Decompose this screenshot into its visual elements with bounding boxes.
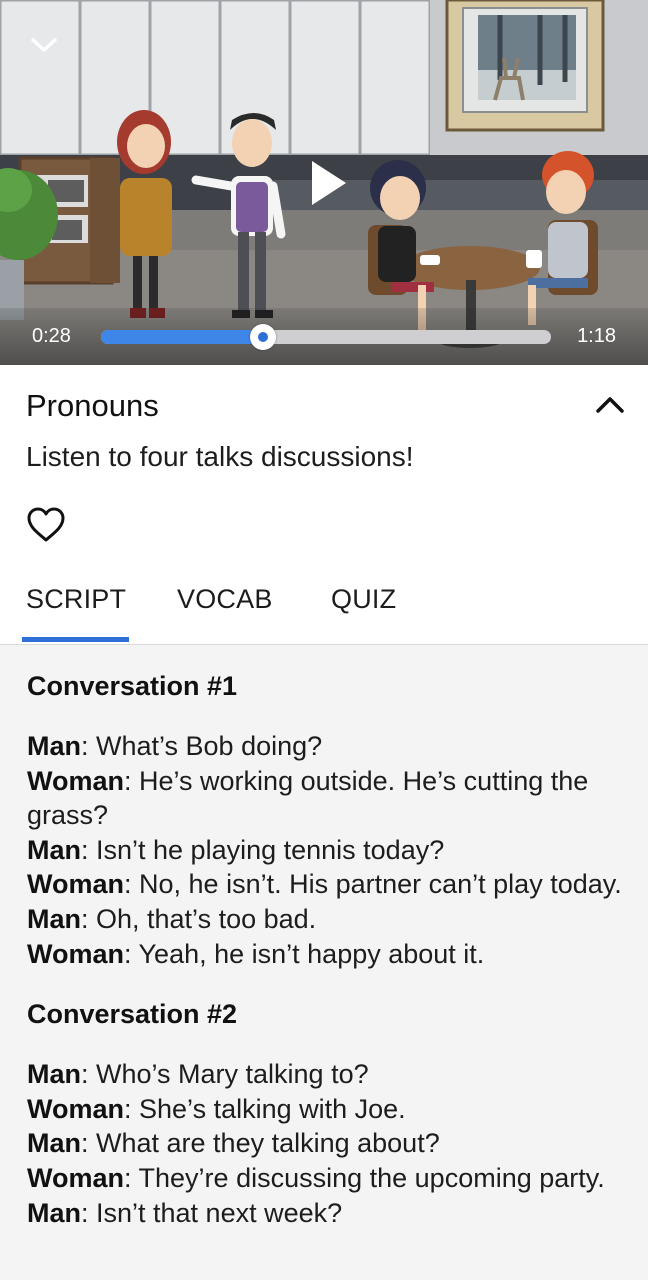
tab-vocab[interactable]: VOCAB — [177, 584, 273, 615]
conversation-heading: Conversation #2 — [27, 999, 238, 1030]
speaker-label: Woman — [27, 765, 125, 796]
line-text: : Who’s Mary talking to? — [81, 1059, 369, 1090]
conversation-heading: Conversation #1 — [27, 671, 238, 701]
chevron-up-icon — [596, 397, 624, 413]
script-line: Woman: Yeah, he isn’t happy about it. — [27, 937, 622, 972]
lesson-title: Pronouns — [26, 388, 159, 423]
play-button[interactable] — [300, 155, 356, 211]
line-text: : No, he isn’t. His partner can’t play t… — [124, 869, 622, 900]
conversation-lines: Man: What’s Bob doing? Woman: He’s worki… — [27, 729, 622, 971]
speaker-label: Man — [27, 731, 81, 761]
script-line: Man: What’s Bob doing? — [27, 729, 622, 764]
heart-icon — [27, 507, 65, 542]
line-text: : Yeah, he isn’t happy about it. — [124, 938, 485, 969]
script-line: Man: Isn’t he playing tennis today? — [27, 833, 622, 868]
line-text: : Isn’t that next week? — [81, 1197, 343, 1228]
script-line: Woman: He’s working outside. He’s cuttin… — [27, 764, 622, 833]
seek-bar-progress — [101, 330, 263, 344]
line-text: : What are they talking about? — [81, 1128, 440, 1159]
line-text: : Oh, that’s too bad. — [81, 903, 317, 934]
speaker-label: Man — [27, 834, 81, 865]
script-panel[interactable]: Conversation #1 Man: What’s Bob doing? W… — [0, 645, 648, 1280]
collapse-video-button[interactable] — [22, 28, 66, 62]
seek-bar[interactable] — [101, 324, 551, 350]
conversation-2: Conversation #2 Man: Who’s Mary talking … — [27, 997, 622, 1230]
tab-quiz[interactable]: QUIZ — [331, 584, 396, 615]
script-line: Woman: No, he isn’t. His partner can’t p… — [27, 867, 622, 902]
speaker-label: Man — [27, 1197, 81, 1228]
script-content: Conversation #1 Man: What’s Bob doing? W… — [0, 645, 648, 1230]
conversation-1: Conversation #1 Man: What’s Bob doing? W… — [27, 669, 622, 971]
line-text: : Isn’t he playing tennis today? — [81, 834, 445, 865]
tab-script[interactable]: SCRIPT — [26, 584, 126, 615]
speaker-label: Woman — [27, 1093, 125, 1124]
collapse-details-button[interactable] — [590, 388, 630, 422]
play-icon — [312, 161, 346, 205]
script-line: Woman: They’re discussing the upcoming p… — [27, 1161, 622, 1196]
speaker-label: Man — [27, 903, 81, 934]
script-line: Man: Who’s Mary talking to? — [27, 1057, 622, 1092]
line-text: : They’re discussing the upcoming party. — [124, 1162, 605, 1193]
seek-bar-thumb[interactable] — [250, 324, 276, 350]
favorite-button[interactable] — [24, 504, 68, 546]
current-time: 0:28 — [32, 325, 71, 347]
speaker-label: Woman — [27, 869, 125, 900]
chevron-down-icon — [31, 38, 57, 52]
conversation-lines: Man: Who’s Mary talking to? Woman: She’s… — [27, 1057, 622, 1230]
script-line: Man: What are they talking about? — [27, 1126, 622, 1161]
speaker-label: Woman — [27, 938, 125, 969]
line-text: : What’s Bob doing? — [81, 731, 323, 761]
video-player[interactable]: 0:28 1:18 — [0, 0, 648, 365]
line-text: : She’s talking with Joe. — [124, 1093, 406, 1124]
speaker-label: Woman — [27, 1162, 125, 1193]
speaker-label: Man — [27, 1128, 81, 1159]
script-line: Man: Oh, that’s too bad. — [27, 902, 622, 937]
script-line: Woman: She’s talking with Joe. — [27, 1092, 622, 1127]
video-controls: 0:28 1:18 — [0, 308, 648, 365]
script-line: Man: Isn’t that next week? — [27, 1196, 622, 1231]
total-duration: 1:18 — [577, 325, 616, 347]
speaker-label: Man — [27, 1059, 81, 1090]
lesson-description: Listen to four talks discussions! — [26, 441, 414, 472]
active-tab-indicator — [22, 637, 129, 642]
tab-bar: SCRIPT VOCAB QUIZ — [0, 570, 648, 645]
